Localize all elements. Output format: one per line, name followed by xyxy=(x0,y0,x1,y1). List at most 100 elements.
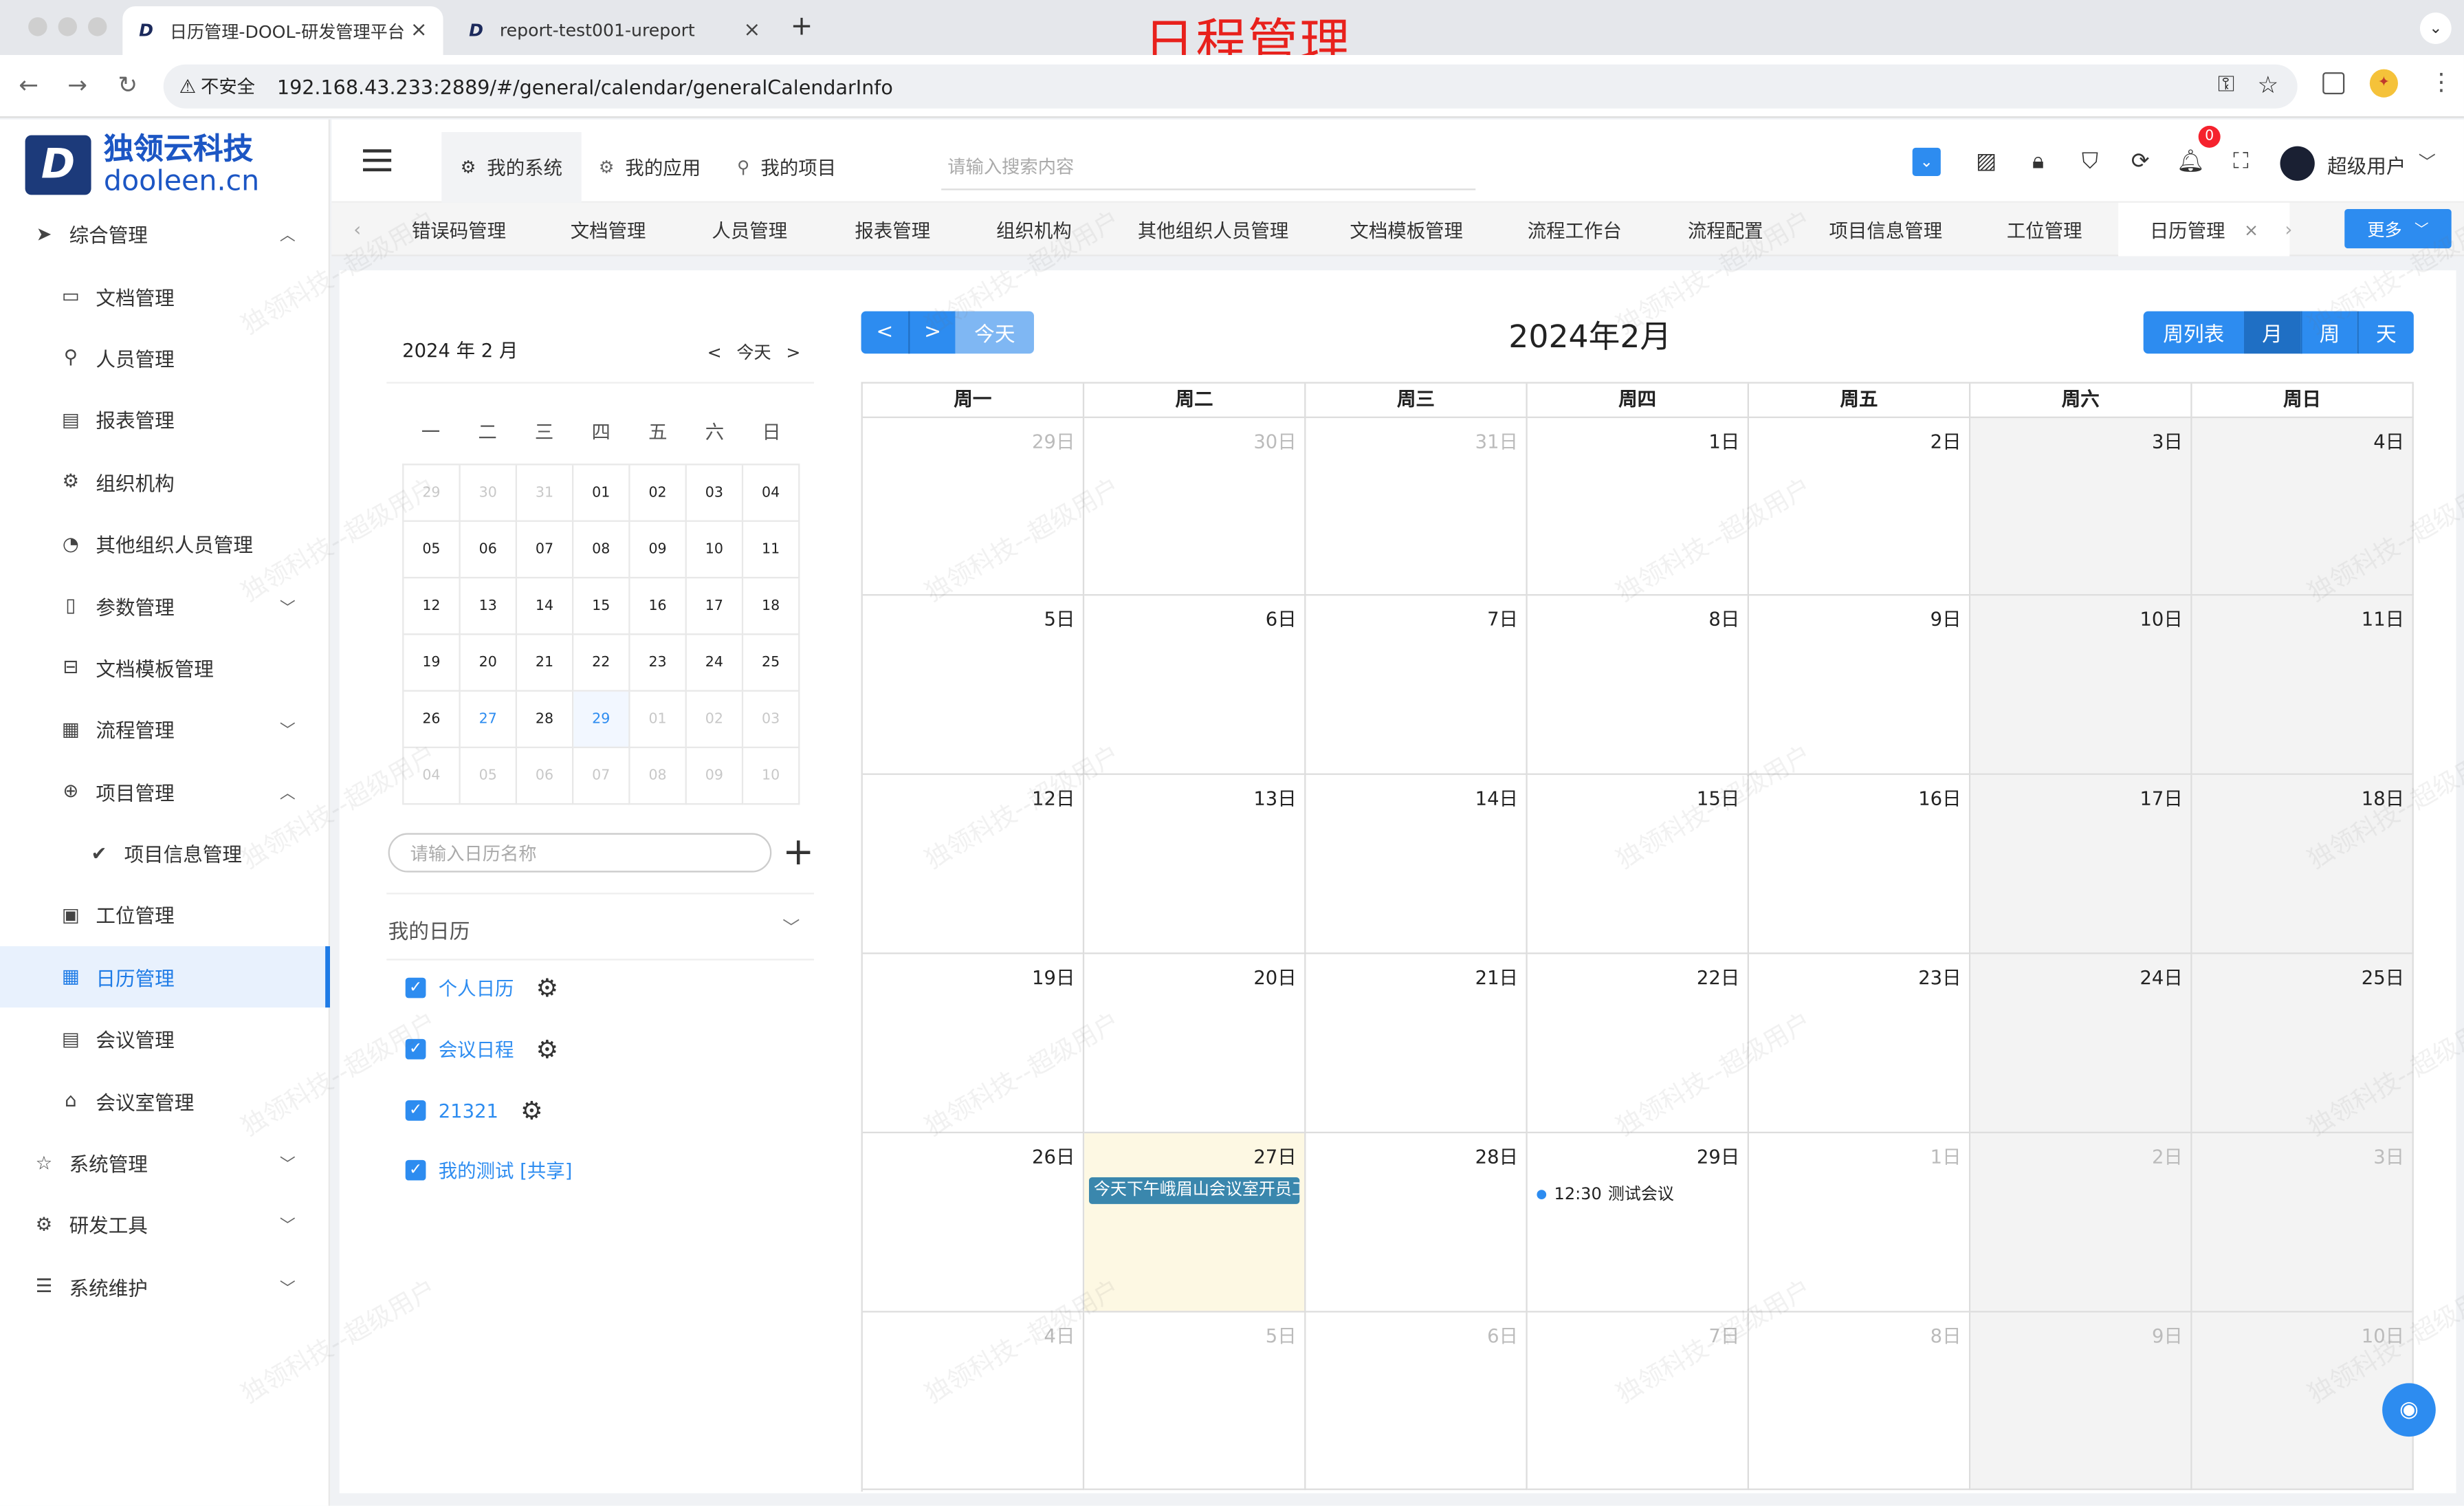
reload-icon[interactable]: ↻ xyxy=(118,71,138,99)
sidebar-item-projects[interactable]: ⊕ 项目管理 ︿ xyxy=(0,760,330,822)
mini-today-button[interactable]: 今天 xyxy=(736,342,771,363)
mini-day-cell[interactable]: 14 xyxy=(516,578,574,635)
mini-day-cell[interactable]: 08 xyxy=(630,747,687,805)
day-cell[interactable]: 28日 xyxy=(1306,1133,1528,1313)
prev-month-button[interactable]: < xyxy=(861,311,909,354)
day-cell[interactable]: 26日 xyxy=(862,1133,1085,1313)
day-cell[interactable]: 3日 xyxy=(2192,1133,2414,1313)
mini-day-cell[interactable]: 13 xyxy=(460,578,517,635)
tab-my-projects[interactable]: ⚲ 我的项目 xyxy=(718,132,855,203)
refresh-icon[interactable]: ⟳ xyxy=(2126,148,2155,176)
day-cell[interactable]: 14日 xyxy=(1306,774,1528,954)
day-cell[interactable]: 22日 xyxy=(1527,954,1749,1133)
day-cell[interactable]: 10日 xyxy=(2192,1312,2414,1490)
mini-day-cell[interactable]: 04 xyxy=(404,747,461,805)
mini-day-cell[interactable]: 09 xyxy=(686,747,744,805)
mini-next-button[interactable]: > xyxy=(786,342,800,363)
sidebar-item-docs[interactable]: ▭ 文档管理 xyxy=(0,265,330,327)
window-zoom-dot[interactable] xyxy=(87,17,107,36)
day-cell[interactable]: 7日 xyxy=(1306,596,1528,775)
page-tab-project-info[interactable]: 项目信息管理 xyxy=(1829,203,1943,257)
image-off-icon[interactable]: ▨ xyxy=(1972,148,2001,176)
calendar-item-personal[interactable]: ✓ 个人日历 ⚙ xyxy=(405,973,558,1003)
mini-day-cell[interactable]: 02 xyxy=(630,465,687,522)
mini-day-cell[interactable]: 06 xyxy=(460,521,517,579)
back-arrow-icon[interactable]: ← xyxy=(19,71,38,99)
mini-day-cell[interactable]: 06 xyxy=(516,747,574,805)
day-cell[interactable]: 30日 xyxy=(1084,417,1306,596)
mini-day-cell[interactable]: 25 xyxy=(743,635,800,692)
forward-arrow-icon[interactable]: → xyxy=(67,71,87,99)
page-tab-workflow-config[interactable]: 流程配置 xyxy=(1688,203,1763,257)
day-cell[interactable]: 6日 xyxy=(1084,596,1306,775)
url-field[interactable]: ⚠ 不安全 192.168.43.233:2889/#/general/cale… xyxy=(163,64,2298,109)
shirt-icon[interactable]: ⛉ xyxy=(2076,148,2104,176)
calendar-item-my-test-shared[interactable]: ✓ 我的测试 [共享] xyxy=(405,1157,572,1183)
view-week-button[interactable]: 周 xyxy=(2300,311,2357,354)
sidebar-item-workstation[interactable]: ▣ 工位管理 xyxy=(0,884,330,946)
day-cell[interactable]: 1日 xyxy=(1527,417,1749,596)
day-cell[interactable]: 1日 xyxy=(1748,1133,1971,1313)
sidebar-item-project-info[interactable]: ✔ 项目信息管理 xyxy=(0,822,330,884)
sidebar-item-system[interactable]: ☆ 系统管理 ﹀ xyxy=(0,1131,330,1193)
mini-day-cell[interactable]: 05 xyxy=(460,747,517,805)
page-tab-workflow-bench[interactable]: 流程工作台 xyxy=(1528,203,1622,257)
mini-day-cell[interactable]: 28 xyxy=(516,691,574,748)
sidebar-item-calendar[interactable]: ▦ 日历管理 xyxy=(0,946,330,1009)
browser-tab-close-icon[interactable]: × xyxy=(410,19,428,42)
mini-day-cell[interactable]: 10 xyxy=(686,521,744,579)
mini-day-cell[interactable]: 30 xyxy=(460,465,517,522)
sidebar-item-doc-templates[interactable]: ⊟ 文档模板管理 xyxy=(0,636,330,698)
day-cell[interactable]: 29日 xyxy=(862,417,1085,596)
mini-day-cell[interactable]: 17 xyxy=(686,578,744,635)
menu-toggle-icon[interactable] xyxy=(362,149,392,172)
day-cell[interactable]: 17日 xyxy=(1970,774,2192,954)
bell-icon[interactable]: 🔔︎ xyxy=(2177,148,2205,176)
screenshot-fab-button[interactable]: ◉ xyxy=(2382,1383,2436,1437)
sidebar-item-org[interactable]: ⚙ 组织机构 xyxy=(0,450,330,512)
mini-day-cell[interactable]: 11 xyxy=(743,521,800,579)
tab-search-chevron-icon[interactable]: ⌄ xyxy=(2419,12,2452,44)
mini-day-cell[interactable]: 10 xyxy=(743,747,800,805)
page-tab-docs[interactable]: 文档管理 xyxy=(571,203,646,257)
mini-day-cell[interactable]: 27 xyxy=(460,691,517,748)
mini-day-cell[interactable]: 22 xyxy=(573,635,630,692)
mini-day-cell[interactable]: 04 xyxy=(743,465,800,522)
day-cell[interactable]: 8日 xyxy=(1748,1312,1971,1490)
day-cell[interactable]: 2日 xyxy=(1970,1133,2192,1313)
sidebar-item-people[interactable]: ⚲ 人员管理 xyxy=(0,327,330,389)
day-cell[interactable]: 16日 xyxy=(1748,774,1971,954)
calendar-item-21321[interactable]: ✓ 21321 ⚙ xyxy=(405,1095,543,1126)
window-close-dot[interactable] xyxy=(28,17,47,36)
mini-day-cell[interactable]: 07 xyxy=(516,521,574,579)
page-tab-error-codes[interactable]: 错误码管理 xyxy=(412,203,506,257)
event-bar[interactable]: 今天下午峨眉山会议室开员工 xyxy=(1088,1177,1300,1204)
mini-day-cell[interactable]: 18 xyxy=(743,578,800,635)
tab-my-system[interactable]: ⚙ 我的系统 xyxy=(441,131,582,203)
browser-tab-active[interactable]: D 日历管理-DOOL-研发管理平台 × xyxy=(122,6,443,55)
mini-day-cell[interactable]: 31 xyxy=(516,465,574,522)
day-cell[interactable]: 20日 xyxy=(1084,954,1306,1133)
user-name[interactable]: 超级用户 xyxy=(2327,149,2406,179)
mini-day-cell[interactable]: 19 xyxy=(404,635,461,692)
theme-dropdown-icon[interactable]: ⌄ xyxy=(1912,147,1941,176)
today-button[interactable]: 今天 xyxy=(955,311,1034,354)
brand-logo[interactable]: D 独领云科技 dooleen.cn xyxy=(25,132,260,198)
mini-day-cell[interactable]: 24 xyxy=(686,635,744,692)
event-item[interactable]: 12:30 测试会议 xyxy=(1537,1182,1674,1205)
page-tab-reports[interactable]: 报表管理 xyxy=(855,203,930,257)
sidebar-item-general[interactable]: ➤ 综合管理 ︿ xyxy=(0,203,330,265)
day-cell[interactable]: 8日 xyxy=(1527,596,1749,775)
day-cell[interactable]: 18日 xyxy=(2192,774,2414,954)
day-cell[interactable]: 27日 今天下午峨眉山会议室开员工 xyxy=(1084,1133,1306,1313)
extension-icon[interactable]: ✦ xyxy=(2369,69,2398,98)
mini-day-cell[interactable]: 05 xyxy=(404,521,461,579)
window-minimize-dot[interactable] xyxy=(58,17,77,36)
mini-day-cell[interactable]: 26 xyxy=(404,691,461,748)
checkbox-checked-icon[interactable]: ✓ xyxy=(405,1159,426,1181)
sidebar-item-other-org[interactable]: ◔ 其他组织人员管理 xyxy=(0,512,330,574)
sidebar-item-devtools[interactable]: ⚙ 研发工具 ﹀ xyxy=(0,1193,330,1255)
tabs-scroll-left-icon[interactable]: ‹ xyxy=(353,203,361,257)
day-cell[interactable]: 2日 xyxy=(1748,417,1971,596)
bookmark-star-icon[interactable]: ☆ xyxy=(2258,71,2279,99)
